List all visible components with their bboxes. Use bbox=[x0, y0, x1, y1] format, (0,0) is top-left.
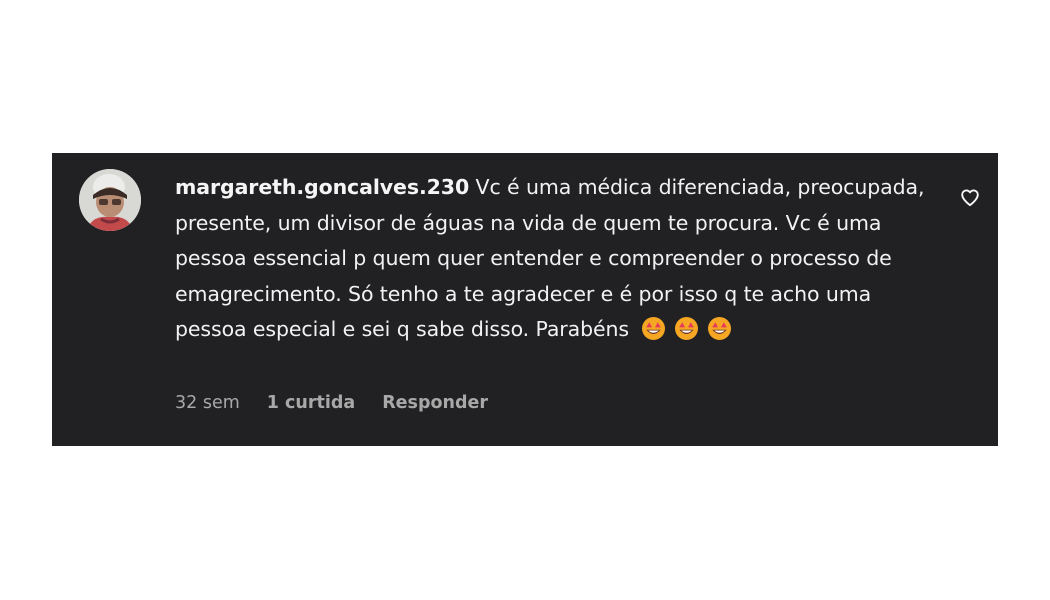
comment-time[interactable]: 32 sem bbox=[175, 393, 240, 413]
reply-button[interactable]: Responder bbox=[382, 393, 488, 413]
star-struck-emoji bbox=[707, 316, 732, 341]
emoji-group bbox=[641, 316, 732, 341]
comment-body: margareth.goncalves.230 Vc é uma médica … bbox=[175, 170, 935, 348]
comment-meta: 32 sem 1 curtida Responder bbox=[175, 393, 488, 413]
star-struck-emoji bbox=[641, 316, 666, 341]
heart-outline-icon[interactable] bbox=[958, 185, 982, 209]
comment-username[interactable]: margareth.goncalves.230 bbox=[175, 175, 469, 199]
comment-text: Vc é uma médica diferenciada, preocupada… bbox=[175, 175, 925, 341]
likes-count[interactable]: 1 curtida bbox=[267, 393, 355, 413]
star-struck-emoji bbox=[674, 316, 699, 341]
avatar[interactable] bbox=[79, 169, 141, 231]
comment-card: margareth.goncalves.230 Vc é uma médica … bbox=[52, 153, 998, 446]
